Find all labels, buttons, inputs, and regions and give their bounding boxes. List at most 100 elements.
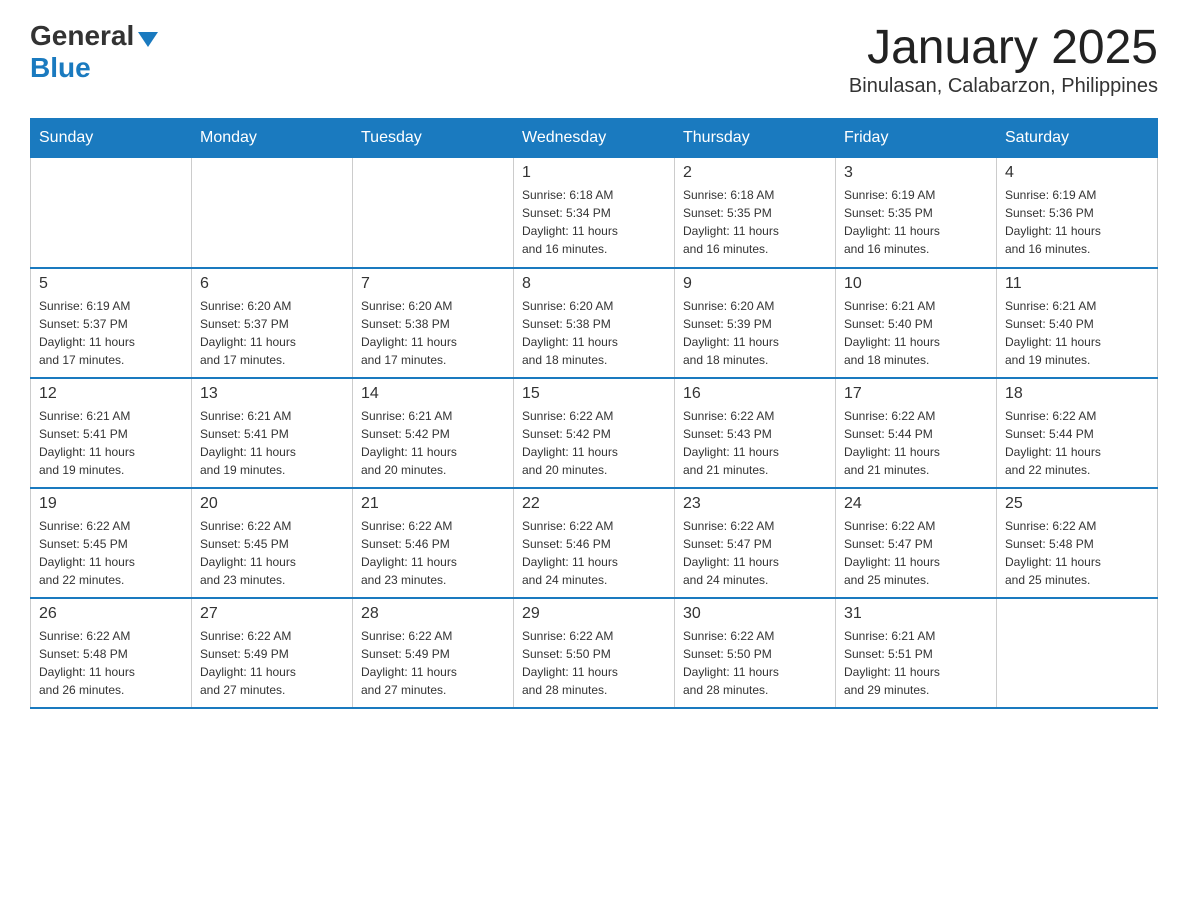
day-number: 29 xyxy=(522,605,666,623)
day-info: Sunrise: 6:18 AM Sunset: 5:35 PM Dayligh… xyxy=(683,186,827,258)
week-row-2: 5 Sunrise: 6:19 AM Sunset: 5:37 PM Daylig… xyxy=(31,268,1158,378)
day-number: 21 xyxy=(361,495,505,513)
day-cell: 30 Sunrise: 6:22 AM Sunset: 5:50 PM Dayli… xyxy=(675,598,836,708)
day-cell xyxy=(997,598,1158,708)
calendar-table: SundayMondayTuesdayWednesdayThursdayFrid… xyxy=(30,118,1158,709)
day-cell: 16 Sunrise: 6:22 AM Sunset: 5:43 PM Dayli… xyxy=(675,378,836,488)
day-info: Sunrise: 6:21 AM Sunset: 5:40 PM Dayligh… xyxy=(1005,297,1149,369)
day-number: 28 xyxy=(361,605,505,623)
day-number: 24 xyxy=(844,495,988,513)
day-number: 8 xyxy=(522,275,666,293)
day-cell: 5 Sunrise: 6:19 AM Sunset: 5:37 PM Daylig… xyxy=(31,268,192,378)
day-cell: 26Sunrise: 6:22 AM Sunset: 5:48 PM Dayli… xyxy=(31,598,192,708)
calendar-title: January 2025 xyxy=(849,20,1158,75)
day-number: 12 xyxy=(39,385,183,403)
week-row-5: 26Sunrise: 6:22 AM Sunset: 5:48 PM Dayli… xyxy=(31,598,1158,708)
day-number: 30 xyxy=(683,605,827,623)
day-cell: 17 Sunrise: 6:22 AM Sunset: 5:44 PM Dayli… xyxy=(836,378,997,488)
day-number: 3 xyxy=(844,164,988,182)
day-cell xyxy=(192,158,353,268)
day-number: 17 xyxy=(844,385,988,403)
day-cell: 25 Sunrise: 6:22 AM Sunset: 5:48 PM Dayli… xyxy=(997,488,1158,598)
day-info: Sunrise: 6:21 AM Sunset: 5:42 PM Dayligh… xyxy=(361,407,505,479)
day-cell: 7Sunrise: 6:20 AM Sunset: 5:38 PM Daylig… xyxy=(353,268,514,378)
day-info: Sunrise: 6:21 AM Sunset: 5:51 PM Dayligh… xyxy=(844,627,988,699)
day-cell: 10 Sunrise: 6:21 AM Sunset: 5:40 PM Dayli… xyxy=(836,268,997,378)
day-number: 4 xyxy=(1005,164,1149,182)
day-number: 1 xyxy=(522,164,666,182)
day-info: Sunrise: 6:22 AM Sunset: 5:44 PM Dayligh… xyxy=(844,407,988,479)
day-number: 10 xyxy=(844,275,988,293)
day-cell: 18 Sunrise: 6:22 AM Sunset: 5:44 PM Dayli… xyxy=(997,378,1158,488)
logo: General Blue xyxy=(30,20,158,84)
day-info: Sunrise: 6:22 AM Sunset: 5:44 PM Dayligh… xyxy=(1005,407,1149,479)
day-info: Sunrise: 6:20 AM Sunset: 5:39 PM Dayligh… xyxy=(683,297,827,369)
week-row-3: 12 Sunrise: 6:21 AM Sunset: 5:41 PM Dayli… xyxy=(31,378,1158,488)
day-cell: 21 Sunrise: 6:22 AM Sunset: 5:46 PM Dayli… xyxy=(353,488,514,598)
day-info: Sunrise: 6:21 AM Sunset: 5:41 PM Dayligh… xyxy=(39,407,183,479)
day-info: Sunrise: 6:22 AM Sunset: 5:47 PM Dayligh… xyxy=(844,517,988,589)
logo-blue: Blue xyxy=(30,52,91,83)
day-cell: 28 Sunrise: 6:22 AM Sunset: 5:49 PM Dayli… xyxy=(353,598,514,708)
day-cell: 15 Sunrise: 6:22 AM Sunset: 5:42 PM Dayli… xyxy=(514,378,675,488)
weekday-header-row: SundayMondayTuesdayWednesdayThursdayFrid… xyxy=(31,119,1158,158)
day-cell xyxy=(31,158,192,268)
weekday-header-friday: Friday xyxy=(836,119,997,158)
day-cell: 22 Sunrise: 6:22 AM Sunset: 5:46 PM Dayli… xyxy=(514,488,675,598)
day-cell: 24 Sunrise: 6:22 AM Sunset: 5:47 PM Dayli… xyxy=(836,488,997,598)
day-info: Sunrise: 6:21 AM Sunset: 5:40 PM Dayligh… xyxy=(844,297,988,369)
day-cell xyxy=(353,158,514,268)
day-number: 7 xyxy=(361,275,505,293)
day-number: 27 xyxy=(200,605,344,623)
day-info: Sunrise: 6:22 AM Sunset: 5:49 PM Dayligh… xyxy=(361,627,505,699)
weekday-header-monday: Monday xyxy=(192,119,353,158)
day-number: 31 xyxy=(844,605,988,623)
page-header: General Blue January 2025 Binulasan, Cal… xyxy=(30,20,1158,98)
day-number: 23 xyxy=(683,495,827,513)
day-cell: 12 Sunrise: 6:21 AM Sunset: 5:41 PM Dayli… xyxy=(31,378,192,488)
day-info: Sunrise: 6:22 AM Sunset: 5:46 PM Dayligh… xyxy=(361,517,505,589)
day-cell: 14 Sunrise: 6:21 AM Sunset: 5:42 PM Dayli… xyxy=(353,378,514,488)
title-area: January 2025 Binulasan, Calabarzon, Phil… xyxy=(849,20,1158,98)
day-cell: 6Sunrise: 6:20 AM Sunset: 5:37 PM Daylig… xyxy=(192,268,353,378)
day-number: 20 xyxy=(200,495,344,513)
day-info: Sunrise: 6:22 AM Sunset: 5:42 PM Dayligh… xyxy=(522,407,666,479)
day-info: Sunrise: 6:19 AM Sunset: 5:36 PM Dayligh… xyxy=(1005,186,1149,258)
day-cell: 13Sunrise: 6:21 AM Sunset: 5:41 PM Dayli… xyxy=(192,378,353,488)
day-cell: 8Sunrise: 6:20 AM Sunset: 5:38 PM Daylig… xyxy=(514,268,675,378)
day-number: 5 xyxy=(39,275,183,293)
day-info: Sunrise: 6:22 AM Sunset: 5:47 PM Dayligh… xyxy=(683,517,827,589)
day-info: Sunrise: 6:22 AM Sunset: 5:43 PM Dayligh… xyxy=(683,407,827,479)
day-number: 9 xyxy=(683,275,827,293)
week-row-4: 19Sunrise: 6:22 AM Sunset: 5:45 PM Dayli… xyxy=(31,488,1158,598)
day-info: Sunrise: 6:21 AM Sunset: 5:41 PM Dayligh… xyxy=(200,407,344,479)
day-info: Sunrise: 6:22 AM Sunset: 5:46 PM Dayligh… xyxy=(522,517,666,589)
day-info: Sunrise: 6:22 AM Sunset: 5:50 PM Dayligh… xyxy=(522,627,666,699)
day-info: Sunrise: 6:22 AM Sunset: 5:50 PM Dayligh… xyxy=(683,627,827,699)
day-cell: 31 Sunrise: 6:21 AM Sunset: 5:51 PM Dayli… xyxy=(836,598,997,708)
day-number: 16 xyxy=(683,385,827,403)
day-number: 6 xyxy=(200,275,344,293)
day-info: Sunrise: 6:19 AM Sunset: 5:35 PM Dayligh… xyxy=(844,186,988,258)
weekday-header-sunday: Sunday xyxy=(31,119,192,158)
week-row-1: 1Sunrise: 6:18 AM Sunset: 5:34 PM Daylig… xyxy=(31,158,1158,268)
day-number: 25 xyxy=(1005,495,1149,513)
day-info: Sunrise: 6:22 AM Sunset: 5:45 PM Dayligh… xyxy=(39,517,183,589)
logo-general: General xyxy=(30,20,134,52)
day-info: Sunrise: 6:19 AM Sunset: 5:37 PM Dayligh… xyxy=(39,297,183,369)
day-number: 11 xyxy=(1005,275,1149,293)
day-info: Sunrise: 6:22 AM Sunset: 5:49 PM Dayligh… xyxy=(200,627,344,699)
day-cell: 3 Sunrise: 6:19 AM Sunset: 5:35 PM Daylig… xyxy=(836,158,997,268)
weekday-header-thursday: Thursday xyxy=(675,119,836,158)
day-cell: 29 Sunrise: 6:22 AM Sunset: 5:50 PM Dayli… xyxy=(514,598,675,708)
weekday-header-saturday: Saturday xyxy=(997,119,1158,158)
day-info: Sunrise: 6:22 AM Sunset: 5:48 PM Dayligh… xyxy=(1005,517,1149,589)
day-number: 14 xyxy=(361,385,505,403)
day-number: 18 xyxy=(1005,385,1149,403)
day-number: 15 xyxy=(522,385,666,403)
weekday-header-tuesday: Tuesday xyxy=(353,119,514,158)
day-number: 22 xyxy=(522,495,666,513)
day-number: 26 xyxy=(39,605,183,623)
day-cell: 4 Sunrise: 6:19 AM Sunset: 5:36 PM Daylig… xyxy=(997,158,1158,268)
day-number: 2 xyxy=(683,164,827,182)
